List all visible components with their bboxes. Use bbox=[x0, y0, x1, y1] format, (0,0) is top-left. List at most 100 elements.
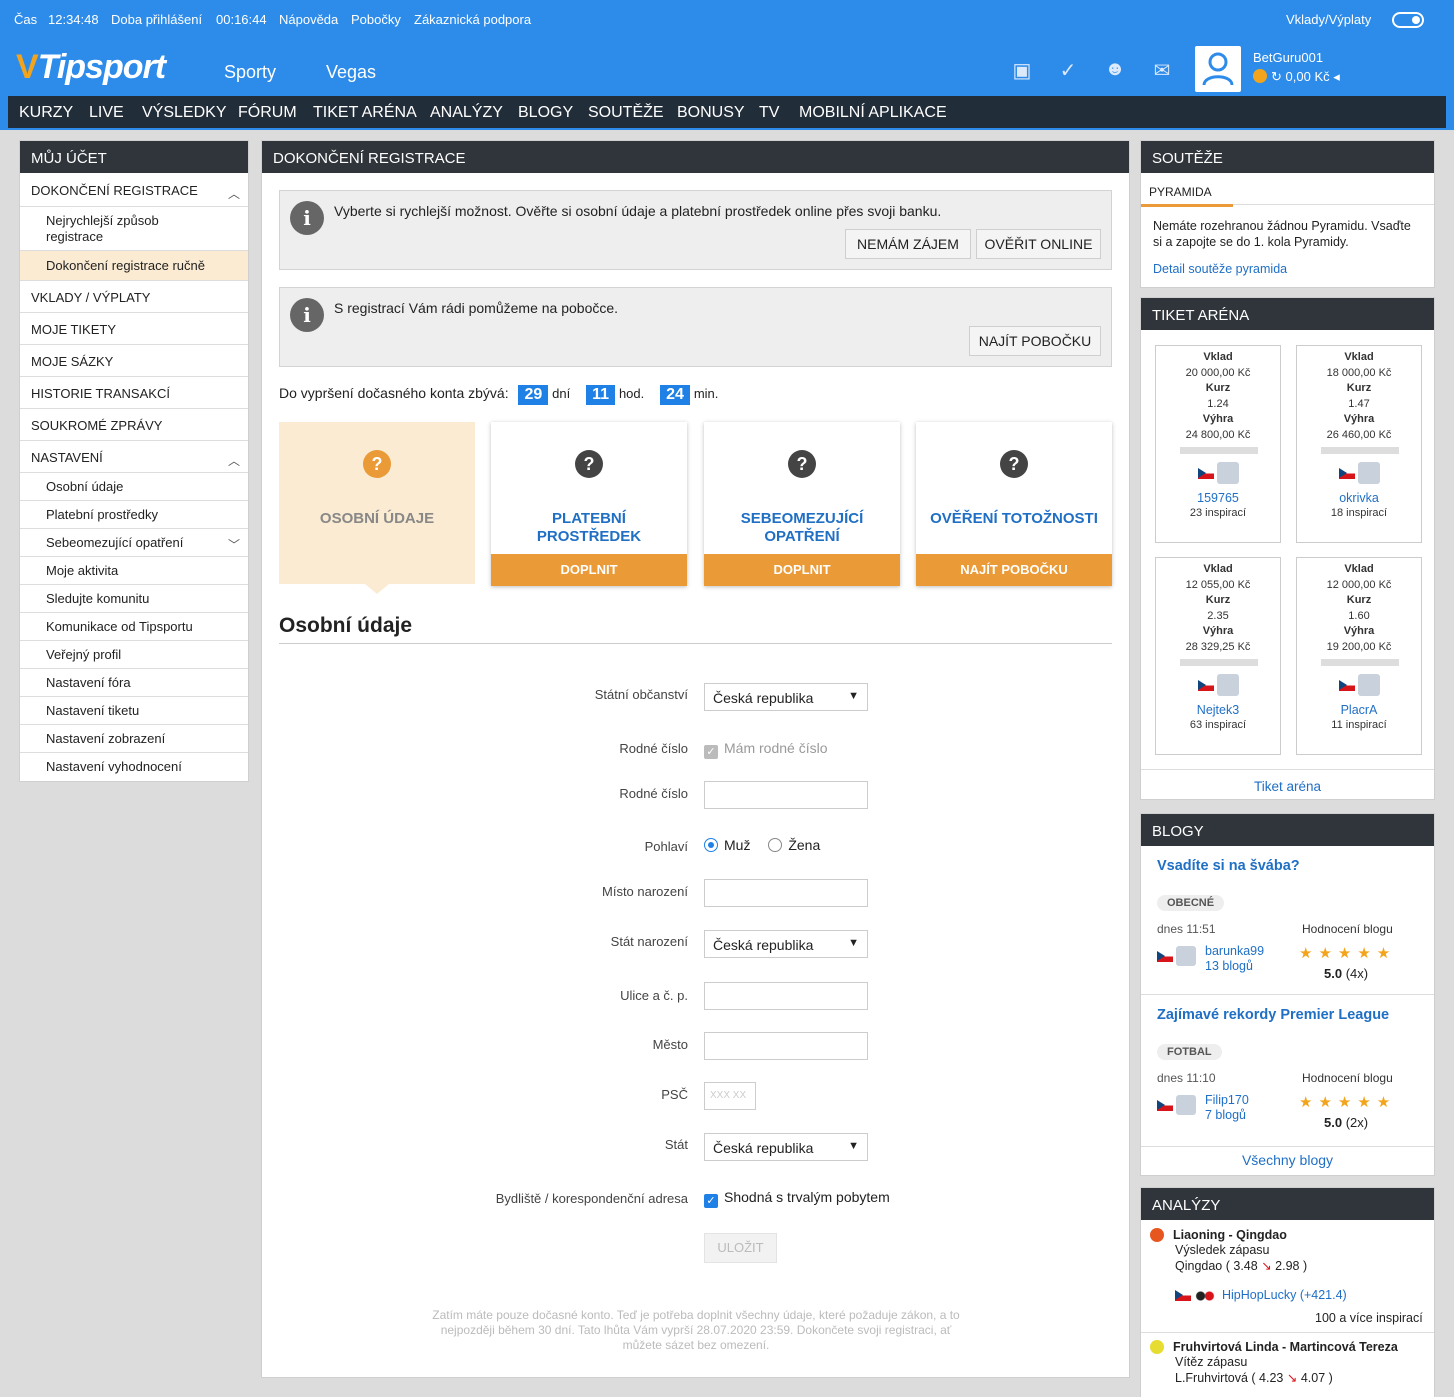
subnav-forum[interactable]: FÓRUM bbox=[238, 104, 297, 122]
checkbox-checked-icon[interactable]: ✓ bbox=[704, 1194, 718, 1208]
username[interactable]: BetGuru001 bbox=[1253, 50, 1323, 65]
tiket-user[interactable]: okrivka bbox=[1297, 491, 1421, 505]
community-icon[interactable]: ☻ bbox=[1103, 58, 1127, 82]
tiket-card[interactable]: Vklad 12 000,00 Kč Kurz 1.60 Výhra 19 200,00 … bbox=[1296, 557, 1422, 755]
find-branch-button[interactable]: NAJÍT POBOČKU bbox=[969, 326, 1101, 356]
subnav-tiket-arena[interactable]: TIKET ARÉNA bbox=[313, 104, 417, 122]
sidebar-item-historie[interactable]: HISTORIE TRANSAKCÍ bbox=[20, 377, 248, 409]
gender-female[interactable]: Žena bbox=[768, 837, 820, 853]
sidebar-item-sazky[interactable]: MOJE SÁZKY bbox=[20, 345, 248, 377]
nav-sporty[interactable]: Sporty bbox=[224, 62, 276, 83]
analysis-match[interactable]: Liaoning - Qingdao bbox=[1173, 1228, 1287, 1242]
subnav-kurzy[interactable]: KURZY bbox=[19, 104, 73, 122]
fill-payment-button[interactable]: DOPLNIT bbox=[491, 554, 687, 586]
subnav-bonusy[interactable]: BONUSY bbox=[677, 104, 745, 122]
analysis-author[interactable]: HipHopLucky (+421.4) bbox=[1222, 1288, 1347, 1302]
find-branch-step-button[interactable]: NAJÍT POBOČKU bbox=[916, 554, 1112, 586]
deposits-link[interactable]: Vklady/Výplaty bbox=[1286, 12, 1371, 27]
subnav-live[interactable]: LIVE bbox=[89, 104, 124, 122]
blog-title[interactable]: Zajímavé rekordy Premier League bbox=[1157, 1007, 1389, 1023]
all-blogs-link[interactable]: Všechny blogy bbox=[1141, 1152, 1434, 1168]
tiket-card[interactable]: Vklad 12 055,00 Kč Kurz 2.35 Výhra 28 329,25 … bbox=[1155, 557, 1281, 755]
tiket-user[interactable]: PlacrA bbox=[1297, 703, 1421, 717]
tickets-icon[interactable]: ▣ bbox=[1010, 58, 1034, 82]
tiket-card[interactable]: Vklad 18 000,00 Kč Kurz 1.47 Výhra 26 460,00 … bbox=[1296, 345, 1422, 543]
subnav-blogy[interactable]: BLOGY bbox=[518, 104, 573, 122]
sidebar-item-nejrychlejsi[interactable]: Nejrychlejší způsob registrace bbox=[20, 207, 248, 251]
city-input[interactable] bbox=[704, 1032, 868, 1060]
birthplace-input[interactable] bbox=[704, 879, 868, 907]
blog-tag[interactable]: OBECNÉ bbox=[1157, 895, 1225, 911]
support-link[interactable]: Zákaznická podpora bbox=[414, 12, 531, 27]
refresh-icon[interactable]: ↻ bbox=[1271, 69, 1286, 84]
sidebar-item-profil[interactable]: Veřejný profil bbox=[20, 641, 248, 669]
sidebar-item-aktivita[interactable]: Moje aktivita bbox=[20, 557, 248, 585]
gender-male[interactable]: Muž bbox=[704, 837, 750, 853]
sidebar-item-zobrazeni[interactable]: Nastavení zobrazení bbox=[20, 725, 248, 753]
blog-count[interactable]: 7 blogů bbox=[1205, 1108, 1246, 1122]
no-interest-button[interactable]: NEMÁM ZÁJEM bbox=[845, 229, 971, 259]
tiket-arena-link[interactable]: Tiket aréna bbox=[1141, 779, 1434, 794]
sidebar-item-tikety[interactable]: MOJE TIKETY bbox=[20, 313, 248, 345]
subnav-mobilni-aplikace[interactable]: MOBILNÍ APLIKACE bbox=[799, 104, 947, 122]
birth-state-select[interactable]: Česká republika ▼ bbox=[704, 930, 868, 958]
subnav-tv[interactable]: TV bbox=[759, 104, 779, 122]
chevron-up-icon[interactable]: ︿ bbox=[228, 452, 240, 469]
step-osobni-udaje[interactable]: ? OSOBNÍ ÚDAJE bbox=[279, 422, 475, 594]
subnav-analyzy[interactable]: ANALÝZY bbox=[430, 104, 503, 122]
sidebar-item-komunita[interactable]: Sledujte komunitu bbox=[20, 585, 248, 613]
sidebar-item-sebeomezujici[interactable]: Sebeomezující opatření ﹀ bbox=[20, 529, 248, 557]
citizenship-select[interactable]: Česká republika ▼ bbox=[704, 683, 868, 711]
chevron-down-icon[interactable]: ﹀ bbox=[228, 536, 240, 553]
step-sebeomezujici[interactable]: ? SEBEOMEZUJÍCÍ OPATŘENÍ DOPLNIT bbox=[704, 422, 900, 586]
sidebar-item-komunikace[interactable]: Komunikace od Tipsportu bbox=[20, 613, 248, 641]
sidebar-item-tiketu[interactable]: Nastavení tiketu bbox=[20, 697, 248, 725]
sidebar-item-fora[interactable]: Nastavení fóra bbox=[20, 669, 248, 697]
tab-pyramida[interactable]: PYRAMIDA bbox=[1149, 185, 1212, 199]
radio-empty-icon[interactable] bbox=[768, 838, 783, 852]
sidebar-item-osobni[interactable]: Osobní údaje bbox=[20, 473, 248, 501]
balance[interactable]: ↻ 0,00 Kč ◂ bbox=[1253, 69, 1340, 85]
chevron-up-icon[interactable]: ︿ bbox=[228, 185, 240, 202]
sidebar-item-nastaveni[interactable]: NASTAVENÍ ︿ bbox=[20, 441, 248, 473]
address-check[interactable]: ✓ Shodná s trvalým pobytem bbox=[704, 1189, 890, 1208]
sidebar-item-zpravy[interactable]: SOUKROMÉ ZPRÁVY bbox=[20, 409, 248, 441]
deposit-toggle[interactable] bbox=[1392, 12, 1424, 28]
step-platebni[interactable]: ? PLATEBNÍ PROSTŘEDEK DOPLNIT bbox=[491, 422, 687, 586]
step-overeni[interactable]: ? OVĚŘENÍ TOTOŽNOSTI NAJÍT POBOČKU bbox=[916, 422, 1112, 586]
blog-title[interactable]: Vsadíte si na švába? bbox=[1157, 858, 1300, 874]
rc-check[interactable]: ✓ Mám rodné číslo bbox=[704, 740, 827, 759]
rc-input[interactable] bbox=[704, 781, 868, 809]
subnav-vysledky[interactable]: VÝSLEDKY bbox=[142, 104, 226, 122]
branches-link[interactable]: Pobočky bbox=[351, 12, 401, 27]
analysis-match[interactable]: Fruhvirtová Linda - Martincová Tereza bbox=[1173, 1340, 1398, 1354]
blog-author[interactable]: Filip170 bbox=[1205, 1093, 1249, 1107]
fill-limits-button[interactable]: DOPLNIT bbox=[704, 554, 900, 586]
radio-selected-icon[interactable] bbox=[704, 838, 718, 852]
sidebar-item-dokonceni[interactable]: DOKONČENÍ REGISTRACE ︿ bbox=[20, 173, 248, 207]
pyramida-detail-link[interactable]: Detail soutěže pyramida bbox=[1153, 262, 1287, 276]
save-button[interactable]: ULOŽIT bbox=[704, 1233, 777, 1263]
blog-author[interactable]: barunka99 bbox=[1205, 944, 1264, 958]
caret-left-icon[interactable]: ◂ bbox=[1333, 69, 1340, 84]
zip-input[interactable]: XXX XX bbox=[704, 1082, 756, 1110]
blog-count[interactable]: 13 blogů bbox=[1205, 959, 1253, 973]
checkbox-checked-icon[interactable]: ✓ bbox=[704, 745, 718, 759]
sidebar-item-rucne[interactable]: Dokončení registrace ručně bbox=[20, 251, 248, 281]
tiket-user[interactable]: Nejtek3 bbox=[1156, 703, 1280, 717]
avatar[interactable] bbox=[1195, 46, 1241, 92]
check-icon[interactable]: ✓ bbox=[1056, 58, 1080, 82]
verify-online-button[interactable]: OVĚŘIT ONLINE bbox=[976, 229, 1101, 259]
nav-vegas[interactable]: Vegas bbox=[326, 62, 376, 83]
tiket-card[interactable]: Vklad 20 000,00 Kč Kurz 1.24 Výhra 24 800,00 … bbox=[1155, 345, 1281, 543]
messages-icon[interactable]: ✉ bbox=[1150, 58, 1174, 82]
sidebar-item-platebni[interactable]: Platební prostředky bbox=[20, 501, 248, 529]
help-link[interactable]: Nápověda bbox=[279, 12, 338, 27]
blog-tag[interactable]: FOTBAL bbox=[1157, 1044, 1222, 1060]
state-select[interactable]: Česká republika ▼ bbox=[704, 1133, 868, 1161]
sidebar-item-vklady[interactable]: VKLADY / VÝPLATY bbox=[20, 281, 248, 313]
subnav-souteze[interactable]: SOUTĚŽE bbox=[588, 104, 664, 122]
tiket-user[interactable]: 159765 bbox=[1156, 491, 1280, 505]
tipsport-logo[interactable]: VTipsport bbox=[16, 48, 166, 87]
sidebar-item-vyhodnoceni[interactable]: Nastavení vyhodnocení bbox=[20, 753, 248, 781]
